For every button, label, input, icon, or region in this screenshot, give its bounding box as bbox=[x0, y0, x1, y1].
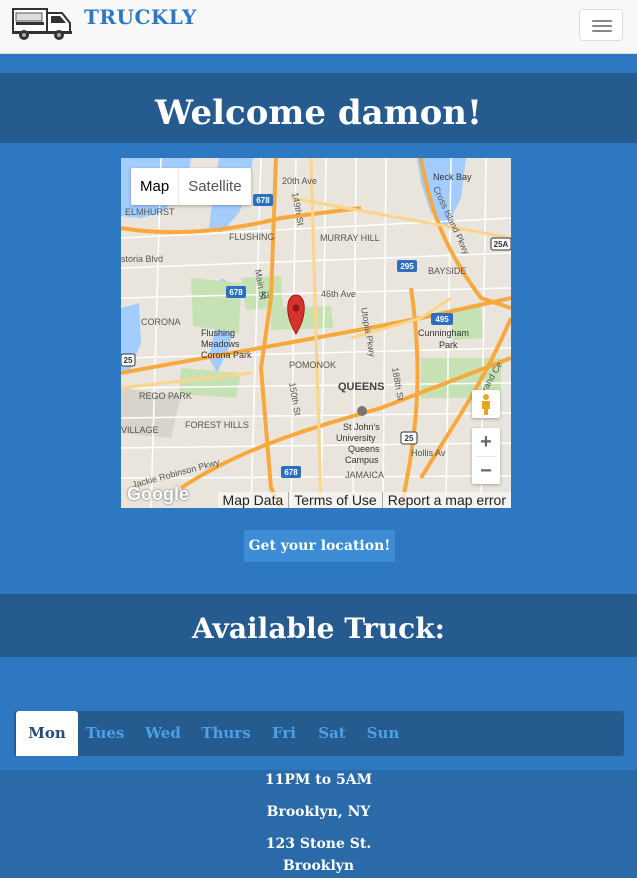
tab-fri[interactable]: Fri bbox=[266, 711, 302, 756]
map-data-link[interactable]: Map Data bbox=[218, 492, 289, 508]
highway-shield: 25 bbox=[405, 434, 414, 443]
navbar: TRUCKLY bbox=[0, 0, 637, 54]
available-band: Available Truck: bbox=[0, 594, 637, 657]
map-label: St John's bbox=[343, 422, 380, 432]
truck-city: Brooklyn, NY bbox=[266, 804, 371, 820]
tab-tues[interactable]: Tues bbox=[82, 711, 128, 756]
map-label: 20th Ave bbox=[282, 176, 317, 186]
highway-shield: 495 bbox=[435, 315, 449, 324]
tab-mon[interactable]: Mon bbox=[16, 711, 78, 756]
highway-shield: 678 bbox=[229, 288, 243, 297]
welcome-title: Welcome damon! bbox=[155, 93, 482, 133]
map-label: Park bbox=[439, 340, 458, 350]
map-label: Meadows bbox=[201, 339, 240, 349]
map-attribution: Map Data Terms of Use Report a map error bbox=[217, 492, 511, 508]
map-label: storia Blvd bbox=[121, 254, 163, 264]
map-label: BAYSIDE bbox=[428, 266, 466, 276]
map-label: FOREST HILLS bbox=[185, 420, 249, 430]
map-label: REGO PARK bbox=[139, 391, 192, 401]
available-truck-title: Available Truck: bbox=[192, 612, 445, 645]
brand-name[interactable]: TRUCKLY bbox=[84, 5, 197, 29]
map[interactable]: 20th Ave ELMHURST FLUSHING MURRAY HILL B… bbox=[121, 158, 511, 508]
map-label: JAMAICA bbox=[345, 470, 384, 480]
map-label: 149th St bbox=[290, 192, 306, 227]
street-view-pegman-icon[interactable] bbox=[472, 390, 500, 418]
map-label: VILLAGE bbox=[121, 425, 159, 435]
map-label: MURRAY HILL bbox=[320, 233, 380, 243]
google-logo[interactable]: Google bbox=[127, 484, 189, 505]
zoom-control: + − bbox=[472, 428, 500, 484]
truck-hours: 11PM to 5AM bbox=[264, 772, 373, 788]
highway-shield: 678 bbox=[284, 468, 298, 477]
map-label: POMONOK bbox=[289, 360, 336, 370]
get-location-button[interactable]: Get your location! bbox=[244, 530, 395, 562]
welcome-band: Welcome damon! bbox=[0, 73, 637, 143]
highway-shield: 25A bbox=[494, 240, 509, 249]
map-tiles[interactable]: 20th Ave ELMHURST FLUSHING MURRAY HILL B… bbox=[121, 158, 511, 508]
truck-address: 123 Stone St. bbox=[265, 836, 372, 852]
map-label: Cunningham bbox=[418, 328, 469, 338]
tab-wed[interactable]: Wed bbox=[140, 711, 186, 756]
truck-area: Brooklyn bbox=[282, 858, 355, 874]
highway-shield: 678 bbox=[256, 196, 270, 205]
terms-of-use-link[interactable]: Terms of Use bbox=[288, 492, 381, 508]
map-label: Campus bbox=[345, 455, 379, 465]
zoom-in-button[interactable]: + bbox=[472, 428, 500, 456]
food-truck-icon[interactable] bbox=[12, 4, 74, 42]
hamburger-menu-icon[interactable] bbox=[579, 9, 623, 41]
highway-shield: 295 bbox=[400, 262, 414, 271]
tab-sat[interactable]: Sat bbox=[314, 711, 350, 756]
map-label: Flushing bbox=[201, 328, 235, 338]
map-label: QUEENS bbox=[338, 381, 384, 393]
zoom-out-button[interactable]: − bbox=[472, 457, 500, 485]
highway-shield: 25 bbox=[124, 356, 133, 365]
map-label: CORONA bbox=[141, 317, 181, 327]
map-label: 150th St bbox=[287, 382, 303, 417]
map-label: FLUSHING bbox=[229, 232, 275, 242]
tab-sun[interactable]: Sun bbox=[364, 711, 402, 756]
schedule-panel: 11PM to 5AM Brooklyn, NY 123 Stone St. B… bbox=[0, 770, 637, 878]
map-type-map-button[interactable]: Map bbox=[131, 168, 178, 205]
map-type-satellite-button[interactable]: Satellite bbox=[178, 168, 250, 205]
map-label: University bbox=[336, 433, 376, 443]
menu-bar bbox=[592, 25, 612, 27]
day-tabs: Mon Tues Wed Thurs Fri Sat Sun bbox=[14, 711, 624, 756]
map-label: 46th Ave bbox=[321, 289, 356, 299]
map-label: Hollis Av bbox=[411, 448, 446, 458]
tab-thurs[interactable]: Thurs bbox=[200, 711, 252, 756]
map-label: ELMHURST bbox=[125, 207, 175, 217]
map-label: Corona Park bbox=[201, 350, 252, 360]
report-map-error-link[interactable]: Report a map error bbox=[381, 492, 511, 508]
menu-bar bbox=[592, 20, 612, 22]
map-label: Queens bbox=[348, 444, 380, 454]
map-type-control: Map Satellite bbox=[131, 168, 251, 205]
menu-bar bbox=[592, 30, 612, 32]
map-footer: Google Map Data Terms of Use Report a ma… bbox=[121, 484, 511, 508]
map-label: Neck Bay bbox=[433, 172, 472, 182]
